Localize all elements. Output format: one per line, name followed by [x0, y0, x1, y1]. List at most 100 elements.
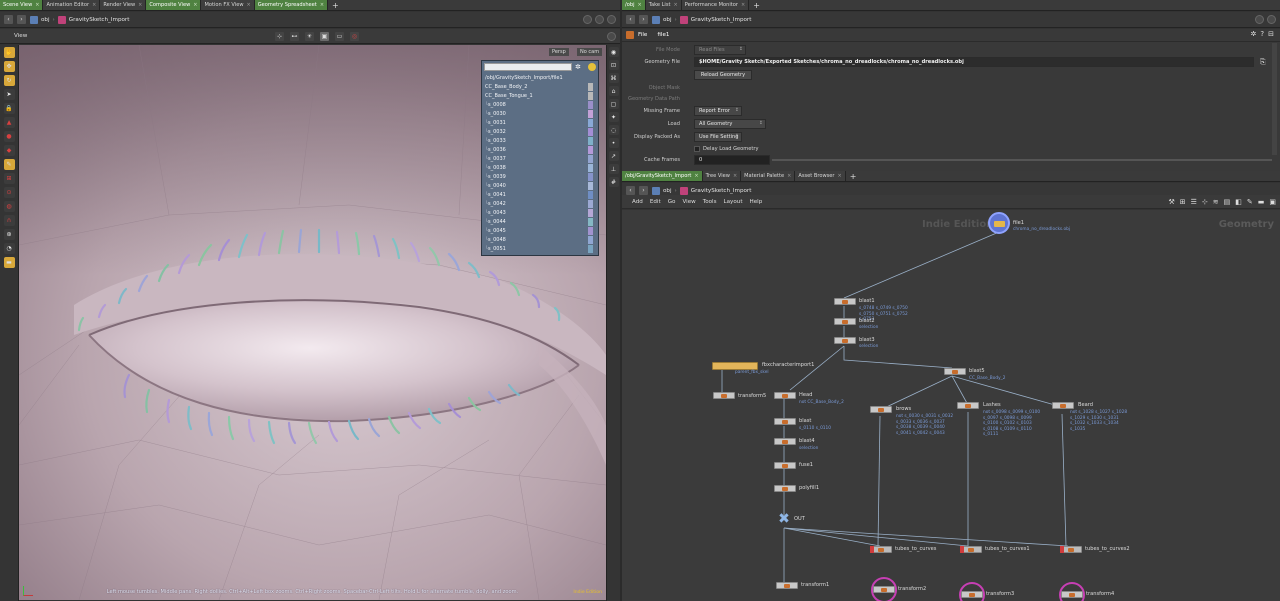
close-icon[interactable]: × — [733, 173, 737, 179]
tree-item[interactable]: └s_0039 — [485, 173, 533, 182]
tilt-icon[interactable]: ◔ — [3, 243, 15, 254]
node-fuse1[interactable] — [774, 462, 796, 469]
tab-take-list[interactable]: Take List × — [645, 0, 682, 10]
menu-layout[interactable]: Layout — [724, 199, 743, 205]
pose-icon[interactable]: ◆ — [3, 145, 15, 156]
tree-item[interactable]: CC_Base_Tongue_1 — [485, 92, 533, 101]
load-dropdown[interactable]: All Geometry — [694, 119, 766, 129]
node-blast5[interactable] — [944, 368, 966, 375]
link-icon[interactable] — [595, 15, 604, 24]
tree-item[interactable]: CC_Base_Body_2 — [485, 83, 533, 92]
shading-icon[interactable]: ▣ — [320, 32, 329, 41]
vector-icon[interactable]: ↗ — [608, 151, 619, 161]
node-transform2[interactable] — [873, 586, 895, 593]
ghost-icon[interactable]: ◌ — [608, 125, 619, 135]
help-icon[interactable] — [607, 15, 616, 24]
cache-frames-slider[interactable] — [772, 159, 1272, 161]
menu-tools[interactable]: Tools — [703, 199, 717, 205]
node-blast1[interactable] — [834, 298, 856, 305]
lock-icon[interactable]: ⊟ — [1268, 30, 1274, 38]
reload-geometry-button[interactable]: Reload Geometry — [694, 70, 752, 80]
close-icon[interactable]: × — [787, 173, 791, 179]
scale-icon[interactable]: ▲ — [3, 117, 15, 128]
tree-item[interactable]: └s_0040 — [485, 182, 533, 191]
back-icon[interactable]: ‹ — [626, 186, 635, 195]
node-beard[interactable] — [1052, 402, 1074, 409]
tree-item[interactable]: └s_0048 — [485, 236, 533, 245]
close-icon[interactable]: × — [838, 173, 842, 179]
help-icon[interactable] — [1267, 15, 1276, 24]
visibility-icon[interactable]: ⊷ — [290, 32, 299, 41]
close-icon[interactable]: × — [694, 173, 698, 179]
gear-icon[interactable]: ✲ — [575, 63, 581, 71]
wire-icon[interactable]: ⊡ — [608, 60, 619, 70]
tab-asset-browser[interactable]: Asset Browser × — [795, 171, 846, 181]
scrollbar[interactable] — [1272, 43, 1277, 155]
forward-icon[interactable]: › — [639, 15, 648, 24]
node-fbxcharacterimport1[interactable] — [712, 362, 758, 370]
grid-icon[interactable]: ⊞ — [1180, 198, 1186, 206]
camera-link-icon[interactable]: ⌘ — [608, 73, 619, 83]
add-tab-button[interactable]: + — [846, 171, 861, 181]
tree-item[interactable]: └s_0043 — [485, 209, 533, 218]
pointer-icon[interactable]: ➤ — [3, 89, 15, 100]
close-icon[interactable]: × — [637, 2, 641, 8]
palette-icon[interactable]: ◧ — [1235, 198, 1242, 206]
tree-item[interactable]: └s_0031 — [485, 119, 533, 128]
tree-item[interactable]: └s_0037 — [485, 155, 533, 164]
camera-icon[interactable]: ▭ — [335, 32, 344, 41]
tab-composite-view[interactable]: Composite View × — [146, 0, 202, 10]
node-blast3[interactable] — [834, 337, 856, 344]
select-icon[interactable]: ✋ — [3, 47, 15, 58]
list-icon[interactable]: ☰ — [1191, 198, 1197, 206]
layout-icon[interactable]: ▤ — [1224, 198, 1231, 206]
cache-frames-input[interactable]: 0 — [694, 155, 770, 165]
node-lashes[interactable] — [957, 402, 979, 409]
record-icon[interactable]: ◎ — [350, 32, 359, 41]
tab-geometry-spreadsheet[interactable]: Geometry Spreadsheet × — [254, 0, 329, 10]
menu-edit[interactable]: Edit — [650, 199, 661, 205]
breadcrumb[interactable]: obj › GravitySketch_Import — [30, 15, 129, 24]
lock-icon[interactable]: 🔒 — [3, 103, 15, 114]
menu-help[interactable]: Help — [750, 199, 763, 205]
note-icon[interactable]: ✎ — [1247, 198, 1253, 206]
back-icon[interactable]: ‹ — [4, 15, 13, 24]
tab-tree-view[interactable]: Tree View × — [702, 171, 742, 181]
tab-motion-fx-view[interactable]: Motion FX View × — [201, 0, 255, 10]
node-name-field[interactable]: file1 — [657, 32, 669, 38]
node-brows[interactable] — [870, 406, 892, 413]
tree-item[interactable]: └s_0032 — [485, 128, 533, 137]
missing-frame-dropdown[interactable]: Report Error — [694, 106, 742, 116]
forward-icon[interactable]: › — [17, 15, 26, 24]
snap-point-icon[interactable]: ⊙ — [3, 187, 15, 198]
lighting-icon[interactable]: ☀ — [305, 32, 314, 41]
paint-icon[interactable]: ✎ — [3, 159, 15, 170]
tab-material-palette[interactable]: Material Palette × — [741, 171, 796, 181]
tree-item[interactable]: └s_0030 — [485, 110, 533, 119]
pin-icon[interactable] — [583, 15, 592, 24]
node-transform5[interactable] — [713, 392, 735, 399]
node-transform4[interactable] — [1061, 591, 1083, 598]
rotate-icon[interactable]: ↻ — [3, 75, 15, 86]
tree-item[interactable]: └s_0041 — [485, 191, 533, 200]
close-icon[interactable]: × — [138, 2, 142, 8]
tab-performance-monitor[interactable]: Performance Monitor × — [681, 0, 750, 10]
node-transform1[interactable] — [776, 582, 798, 589]
tab-network[interactable]: /obj/GravitySketch_Import × — [622, 171, 703, 181]
back-icon[interactable]: ‹ — [626, 15, 635, 24]
tree-search-input[interactable] — [484, 63, 572, 71]
tree-item[interactable]: └s_0036 — [485, 146, 533, 155]
menu-view[interactable]: View — [682, 199, 695, 205]
close-icon[interactable]: × — [741, 2, 745, 8]
tab-obj[interactable]: /obj × — [622, 0, 646, 10]
snap-curve-icon[interactable]: ◍ — [3, 201, 15, 212]
toggle-icon[interactable] — [607, 32, 616, 41]
node-blast4[interactable] — [774, 438, 796, 445]
node-head[interactable] — [774, 392, 796, 399]
close-icon[interactable]: × — [247, 2, 251, 8]
node-file1-badge[interactable] — [988, 212, 1010, 234]
tree-item[interactable]: └s_0033 — [485, 137, 533, 146]
snap-icon[interactable]: ⊹ — [275, 32, 284, 41]
node-transform3[interactable] — [961, 591, 983, 598]
breadcrumb[interactable]: obj › GravitySketch_Import — [652, 186, 751, 195]
